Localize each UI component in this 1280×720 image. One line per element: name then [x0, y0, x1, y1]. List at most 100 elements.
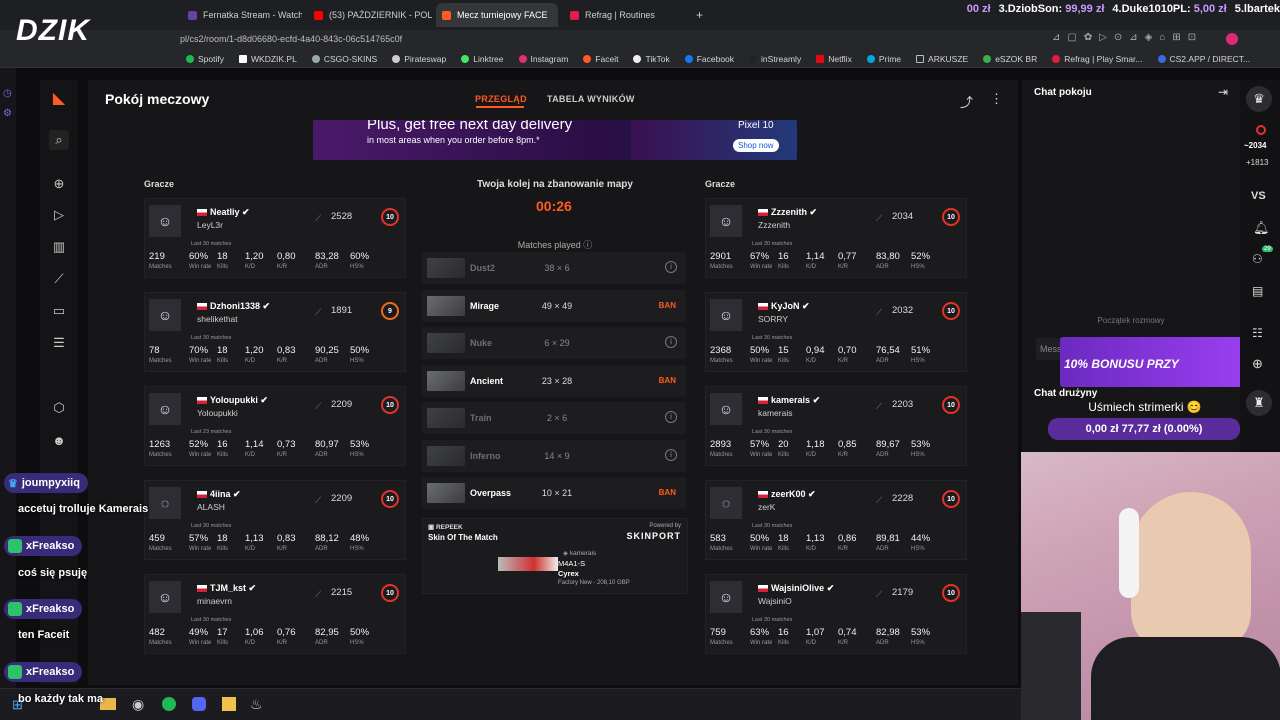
bookmark-csgo-skins[interactable]: CSGO-SKINS: [311, 54, 377, 64]
bookmark-instreamly[interactable]: inStreamly: [749, 54, 801, 64]
bookmark-netflix[interactable]: Netflix: [816, 54, 852, 64]
bookmark-eszok[interactable]: eSZOK BR: [983, 54, 1037, 64]
discord-icon[interactable]: [192, 697, 206, 711]
extension-icons[interactable]: ⊿▢✿▷⊙⊿◈⌂⊞⊡: [1052, 32, 1203, 43]
collapse-chat-icon[interactable]: ⇥: [1218, 85, 1228, 99]
map-row[interactable]: Train 2 × 6 i: [422, 402, 686, 434]
player-name[interactable]: KyJoN ✔: [758, 301, 810, 312]
tab-fernatka[interactable]: Fernatka Stream - Watch: [182, 3, 302, 27]
obs-icon[interactable]: ◉: [132, 696, 144, 713]
player-card[interactable]: ☺ Yoloupukki ✔ Yoloupukki ⟋ 2209 10 Last…: [144, 386, 406, 466]
settings-icon[interactable]: ⚙: [3, 108, 12, 119]
notes-icon[interactable]: [222, 697, 236, 711]
info-icon[interactable]: i: [665, 261, 677, 273]
ban-button[interactable]: BAN: [659, 488, 676, 497]
info-icon[interactable]: i: [665, 336, 677, 348]
bookmark-prime[interactable]: Prime: [866, 54, 901, 64]
player-name[interactable]: Zzzenith ✔: [758, 207, 817, 218]
bookmark-instagram[interactable]: Instagram: [518, 54, 568, 64]
profile-avatar[interactable]: [1226, 33, 1238, 45]
bookmark-faceit[interactable]: Faceit: [583, 54, 618, 64]
tab-scoreboard[interactable]: TABELA WYNIKÓW: [547, 94, 635, 104]
player-name[interactable]: 4iina ✔: [197, 489, 241, 500]
player-avatar[interactable]: ☺: [149, 393, 181, 425]
player-name[interactable]: zeerK00 ✔: [758, 489, 816, 500]
add-icon[interactable]: ⊕: [1252, 356, 1263, 372]
url-text[interactable]: pl/cs2/room/1-d8d06680-ecfd-4a40-843c-06…: [180, 34, 402, 44]
faceit-logo-icon[interactable]: ◣: [49, 88, 69, 108]
address-bar[interactable]: pl/cs2/room/1-d8d06680-ecfd-4a40-843c-06…: [0, 30, 1280, 50]
list-icon[interactable]: ☰: [49, 333, 69, 353]
player-card[interactable]: ☺ TJM_kst ✔ minaevrn ⟋ 2215 10 Last 30 m…: [144, 574, 406, 654]
play-icon[interactable]: ▷: [49, 205, 69, 225]
player-card[interactable]: ☺ KyJoN ✔ SORRY ⟋ 2032 10 Last 30 matche…: [705, 292, 967, 372]
info-icon[interactable]: ⓘ: [583, 240, 592, 250]
player-card[interactable]: ☺ WajsiniOlive ✔ WajsiniO ⟋ 2179 10 Last…: [705, 574, 967, 654]
ad-banner[interactable]: Plus, get free next day delivery in most…: [313, 120, 797, 160]
player-name[interactable]: WajsiniOlive ✔: [758, 583, 834, 594]
skin-of-the-match-card[interactable]: ▣ REPEEK Skin Of The Match Powered by SK…: [422, 518, 688, 594]
bookmark-pirateswap[interactable]: Pirateswap: [392, 54, 446, 64]
party-icon[interactable]: ☷: [1252, 326, 1263, 340]
player-name[interactable]: Yoloupukki ✔: [197, 395, 268, 406]
tab-overview[interactable]: PRZEGLĄD: [475, 94, 527, 104]
bookmark-linktree[interactable]: Linktree: [461, 54, 504, 64]
new-tab-button[interactable]: +: [690, 3, 708, 27]
map-row[interactable]: Inferno 14 × 9 i: [422, 439, 686, 472]
shield-icon[interactable]: ⬡: [49, 398, 69, 418]
info-icon[interactable]: i: [665, 448, 677, 461]
player-card[interactable]: ☺ Neatliy ✔ LeyL3r ⟋ 2528 10 Last 30 mat…: [144, 198, 406, 278]
ban-button[interactable]: BAN: [659, 376, 676, 385]
player-card[interactable]: ◌ 4iina ✔ ALASH ⟋ 2209 10 Last 30 matche…: [144, 480, 406, 560]
bookmark-refrag[interactable]: Refrag | Play Smar...: [1052, 54, 1143, 64]
player-name[interactable]: Neatliy ✔: [197, 207, 250, 218]
ranking-icon[interactable]: ▥: [49, 237, 69, 257]
stats-icon[interactable]: ⟋: [49, 269, 69, 289]
video-icon[interactable]: ▭: [49, 301, 69, 321]
bookmark-arkusze[interactable]: ARKUSZE: [916, 54, 968, 64]
bell-icon[interactable]: 🔔︎: [1253, 220, 1270, 236]
map-row[interactable]: Overpass 10 × 21 BAN: [422, 477, 686, 509]
clock-icon[interactable]: ◷: [3, 88, 12, 99]
player-avatar[interactable]: ☺: [149, 581, 181, 613]
bookmark-spotify[interactable]: Spotify: [186, 54, 224, 64]
info-icon[interactable]: i: [665, 411, 677, 423]
bookmark-wkdzik[interactable]: WKDZIK.PL: [239, 54, 297, 64]
share-icon[interactable]: ⤴: [960, 92, 973, 111]
player-avatar[interactable]: ☺: [149, 299, 181, 331]
bookmark-facebook[interactable]: Facebook: [684, 54, 734, 64]
friends-icon[interactable]: ⚇: [1252, 252, 1263, 266]
spotify-icon[interactable]: [162, 697, 176, 711]
chat-icon[interactable]: ▤: [1252, 284, 1263, 298]
rank-badge-icon[interactable]: ♛: [1246, 86, 1272, 112]
tab-youtube[interactable]: (53) PAŹDZIERNIK - POLS: [308, 3, 432, 27]
player-card[interactable]: ☺ Dzhoni1338 ✔ shelikethat ⟋ 1891 9 Last…: [144, 292, 406, 372]
map-row[interactable]: Nuke 6 × 29 i: [422, 327, 686, 359]
player-avatar[interactable]: ☺: [710, 299, 742, 331]
clan-avatar[interactable]: ♜: [1246, 390, 1272, 416]
user-avatar[interactable]: ☻: [49, 430, 69, 450]
ad-shop-now-button[interactable]: Shop now: [733, 139, 779, 152]
player-avatar[interactable]: ◌: [710, 487, 742, 519]
player-avatar[interactable]: ☺: [149, 205, 181, 237]
player-card[interactable]: ☺ kamerais ✔ kamerais ⟋ 2203 10 Last 30 …: [705, 386, 967, 466]
map-row[interactable]: Mirage 49 × 49 BAN: [422, 289, 686, 322]
map-row[interactable]: Ancient 23 × 28 BAN: [422, 364, 686, 397]
tab-refrag[interactable]: Refrag | Routines: [564, 3, 684, 27]
player-avatar[interactable]: ☺: [710, 205, 742, 237]
find-match-icon[interactable]: ⊕: [49, 174, 69, 194]
bookmark-tiktok[interactable]: TikTok: [633, 54, 670, 64]
player-name[interactable]: TJM_kst ✔: [197, 583, 256, 594]
player-avatar[interactable]: ☺: [710, 581, 742, 613]
player-name[interactable]: kamerais ✔: [758, 395, 820, 406]
player-card[interactable]: ◌ zeerK00 ✔ zerK ⟋ 2228 10 Last 30 match…: [705, 480, 967, 560]
player-name[interactable]: Dzhoni1338 ✔: [197, 301, 270, 312]
player-avatar[interactable]: ☺: [710, 393, 742, 425]
steam-icon[interactable]: ♨: [250, 696, 263, 713]
more-options-icon[interactable]: ⋮: [990, 91, 1003, 107]
player-card[interactable]: ☺ Zzzenith ✔ Zzzenith ⟋ 2034 10 Last 30 …: [705, 198, 967, 278]
ban-button[interactable]: BAN: [659, 301, 676, 310]
player-avatar[interactable]: ◌: [149, 487, 181, 519]
search-icon[interactable]: ⌕: [49, 130, 69, 150]
map-row[interactable]: Dust2 38 × 6 i: [422, 252, 686, 284]
